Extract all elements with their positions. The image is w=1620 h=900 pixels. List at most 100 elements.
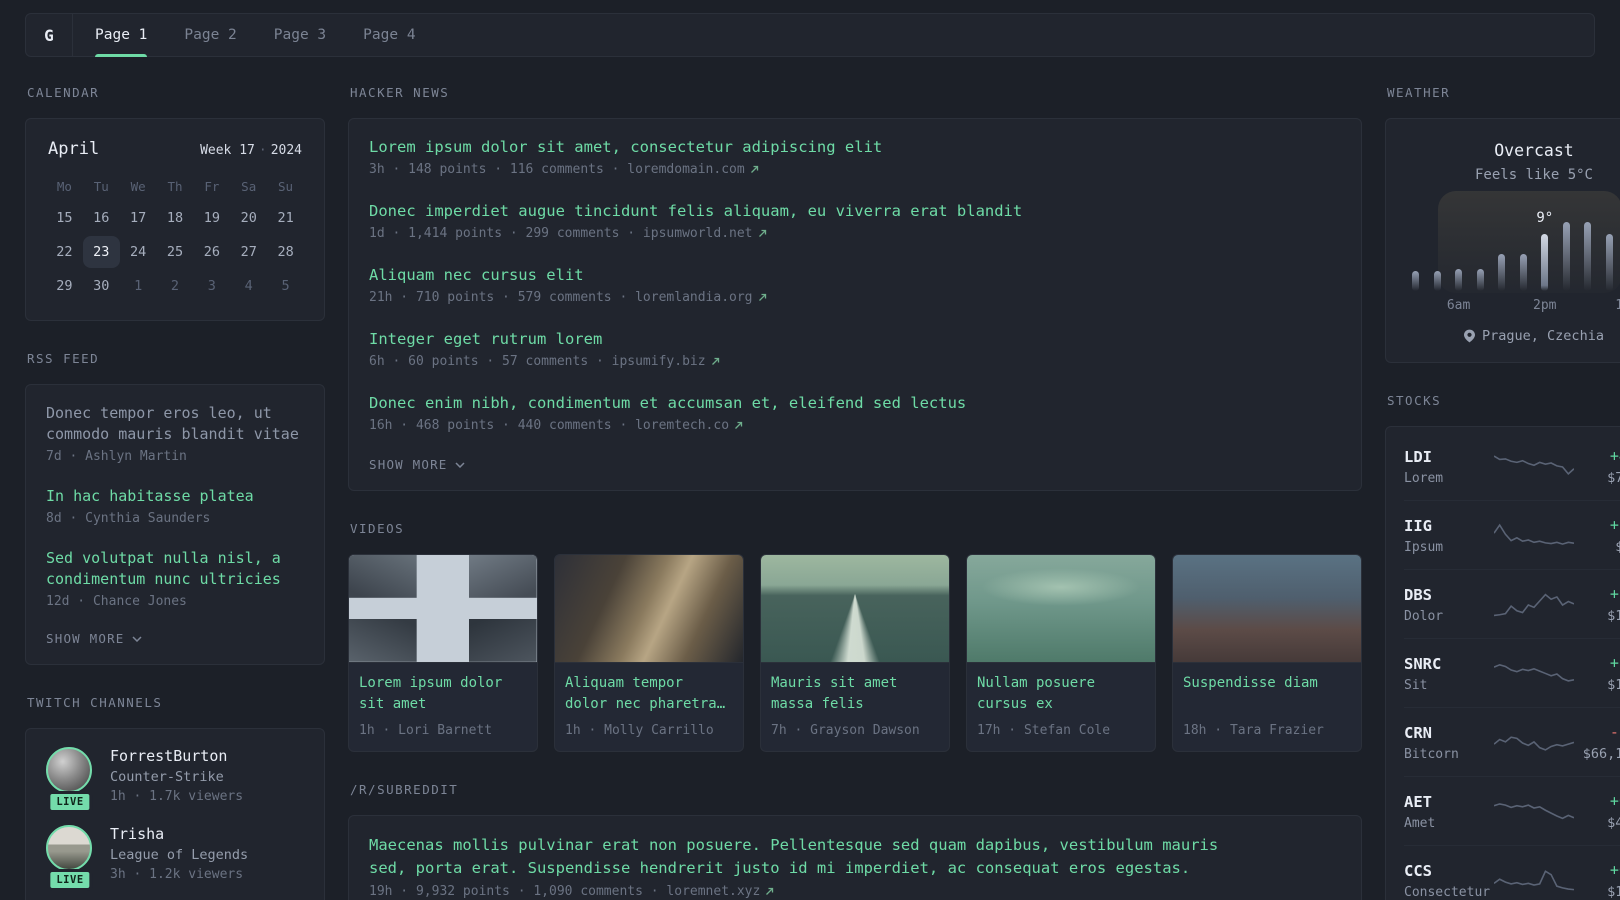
stock-symbol[interactable]: IIG	[1404, 517, 1494, 535]
feed-item-title[interactable]: Donec imperdiet augue tincidunt felis al…	[369, 201, 1341, 222]
hacker-news-show-more[interactable]: SHOW MORE	[369, 457, 1341, 472]
stock-row[interactable]: CRN Bitcorn -1.00% $66,171.48	[1404, 707, 1620, 776]
video-thumbnail	[555, 555, 743, 663]
feed-item-meta-text: 16h · 468 points · 440 comments · loremt…	[369, 418, 730, 433]
stock-row[interactable]: DBS Dolor +1.42% $156.28	[1404, 569, 1620, 638]
stock-id: CRN Bitcorn	[1404, 724, 1494, 762]
stock-name: Bitcorn	[1404, 746, 1459, 762]
sparkline-chart	[1494, 592, 1574, 616]
sparkline-chart	[1494, 802, 1574, 819]
video-title[interactable]: Aliquam tempor dolor nec pharetra…	[565, 673, 733, 715]
app-logo[interactable]: G	[26, 14, 73, 56]
stock-row[interactable]: CCS Consectetur +0.51% $165.84	[1404, 845, 1620, 900]
feed-item: Sed volutpat nulla nisl, a condimentum n…	[46, 548, 304, 609]
stock-change: +1.36%	[1609, 654, 1620, 672]
twitch-channel-meta: 1h · 1.7k viewers	[110, 789, 244, 804]
feed-item-title[interactable]: Donec enim nibh, condimentum et accumsan…	[369, 393, 1341, 414]
feed-item-title[interactable]: In hac habitasse platea	[46, 486, 304, 507]
twitch-channel-name[interactable]: ForrestBurton	[110, 747, 243, 765]
video-thumbnail	[1173, 555, 1361, 663]
stock-symbol[interactable]: LDI	[1404, 448, 1494, 466]
calendar-box: April Week 17 · 2024 Mo Tu We Th Fr Sa Su 15 16 17 1…	[25, 118, 325, 321]
stock-price: $66,171.48	[1582, 746, 1620, 762]
separator-dot: ·	[258, 143, 267, 158]
stock-symbol[interactable]: CRN	[1404, 724, 1494, 742]
weather-bar	[1412, 271, 1419, 291]
stock-id: AET Amet	[1404, 793, 1494, 831]
video-title[interactable]: Nullam posuere cursus ex	[977, 673, 1145, 715]
hacker-news-widget: HACKER NEWS Lorem ipsum dolor sit amet, …	[348, 85, 1362, 491]
weather-bar	[1433, 271, 1441, 291]
stock-values: +4.35% $795.18	[1574, 447, 1620, 486]
stock-id: IIG Ipsum	[1404, 517, 1494, 555]
stock-values: +0.92% $499.72	[1574, 792, 1620, 831]
feed-item-meta-text: 3h · 148 points · 116 comments · loremdo…	[369, 162, 745, 177]
stock-price: $148.64	[1607, 677, 1620, 693]
video-card[interactable]: Aliquam tempor dolor nec pharetra… 1h · …	[554, 554, 744, 752]
weather-condition: Overcast	[1494, 141, 1574, 160]
stock-sparkline	[1494, 656, 1574, 692]
rss-widget: RSS FEED Donec tempor eros leo, ut commo…	[25, 351, 325, 665]
calendar-day: 28	[277, 244, 294, 260]
video-card[interactable]: Nullam posuere cursus ex 17h · Stefan Co…	[966, 554, 1156, 752]
feed-item-title[interactable]: Aliquam nec cursus elit	[369, 265, 1341, 286]
live-badge: LIVE	[47, 791, 93, 813]
stock-name: Ipsum	[1404, 539, 1444, 555]
stock-values: +1.36% $148.64	[1574, 654, 1620, 693]
feed-item-meta: 1d · 1,414 points · 299 comments · ipsum…	[369, 226, 1341, 241]
calendar-weekday-label: Fr	[204, 179, 220, 194]
feed-item: Donec enim nibh, condimentum et accumsan…	[369, 393, 1341, 433]
stock-symbol[interactable]: AET	[1404, 793, 1494, 811]
video-card-body: Suspendisse diam 18h · Tara Frazier	[1173, 663, 1361, 751]
video-title[interactable]: Lorem ipsum dolor sit amet consectetu…	[359, 673, 527, 715]
feed-item-meta: 21h · 710 points · 579 comments · loreml…	[369, 290, 1341, 305]
rss-show-more[interactable]: SHOW MORE	[46, 631, 304, 646]
stock-row[interactable]: AET Amet +0.92% $499.72	[1404, 776, 1620, 845]
video-meta: 1h · Lori Barnett	[359, 723, 493, 738]
video-card[interactable]: Lorem ipsum dolor sit amet consectetu… 1…	[348, 554, 538, 752]
video-meta: 17h · Stefan Cole	[977, 723, 1111, 738]
page-tab[interactable]: Page 4	[363, 14, 415, 56]
stock-row[interactable]: LDI Lorem +4.35% $795.18	[1404, 432, 1620, 500]
stock-symbol[interactable]: CCS	[1404, 862, 1494, 880]
feed-item: Integer eget rutrum lorem 6h · 60 points…	[369, 329, 1341, 369]
show-more-label: SHOW MORE	[46, 631, 125, 646]
video-title[interactable]: Mauris sit amet massa felis	[771, 673, 939, 715]
feed-item-title[interactable]: Lorem ipsum dolor sit amet, consectetur …	[369, 137, 1341, 158]
external-link-icon[interactable]	[758, 229, 767, 238]
calendar-day: 20	[240, 210, 257, 226]
weather-bar-current	[1541, 234, 1549, 291]
page-tab[interactable]: Page 2	[184, 14, 236, 56]
feed-item: Aliquam nec cursus elit 21h · 710 points…	[369, 265, 1341, 305]
video-card[interactable]: Mauris sit amet massa felis 7h · Grayson…	[760, 554, 950, 752]
external-link-icon[interactable]	[758, 293, 767, 302]
feed-item-meta-text: 12d · Chance Jones	[46, 594, 187, 609]
feed-item-title[interactable]: Donec tempor eros leo, ut commodo mauris…	[46, 403, 304, 445]
twitch-channel-name[interactable]: Trisha	[110, 825, 248, 843]
right-column: WEATHER Overcast Feels like 5°C 9° 6am 2pm…	[1385, 85, 1620, 900]
page-tab[interactable]: Page 1	[95, 14, 148, 57]
stock-row[interactable]: IIG Ipsum +2.84% $42.04	[1404, 500, 1620, 569]
external-link-icon[interactable]	[711, 357, 720, 366]
feed-item-title[interactable]: Sed volutpat nulla nisl, a condimentum n…	[46, 548, 304, 590]
video-card[interactable]: Suspendisse diam 18h · Tara Frazier	[1172, 554, 1362, 752]
current-temp-label: 9°	[1536, 210, 1554, 226]
calendar-day: 18	[166, 210, 184, 226]
external-link-icon[interactable]	[734, 421, 743, 430]
stock-symbol[interactable]: DBS	[1404, 586, 1494, 604]
external-link-icon[interactable]	[765, 887, 774, 896]
page-tab-label: Page 3	[273, 27, 327, 43]
stock-id: CCS Consectetur	[1404, 862, 1494, 900]
twitch-channel-row[interactable]: LIVE ForrestBurton Counter-Strike 1h · 1…	[46, 747, 304, 813]
weather-bar	[1455, 269, 1463, 291]
video-title[interactable]: Suspendisse diam	[1183, 673, 1351, 715]
page-tab[interactable]: Page 3	[274, 14, 326, 56]
feed-item-title[interactable]: Integer eget rutrum lorem	[369, 329, 1341, 350]
twitch-channel-game: League of Legends	[110, 847, 249, 863]
stock-row[interactable]: SNRC Sit +1.36% $148.64	[1404, 638, 1620, 707]
external-link-icon[interactable]	[750, 165, 759, 174]
twitch-channel-row[interactable]: LIVE Trisha League of Legends 3h · 1.2k …	[46, 825, 304, 891]
sparkline-chart	[1494, 523, 1574, 545]
post-title[interactable]: Maecenas mollis pulvinar erat non posuer…	[369, 834, 1249, 880]
stock-symbol[interactable]: SNRC	[1404, 655, 1494, 673]
